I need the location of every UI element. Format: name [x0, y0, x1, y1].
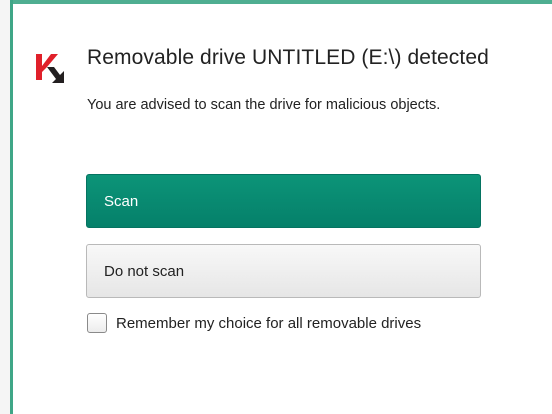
do-not-scan-button[interactable]: Do not scan [86, 244, 481, 298]
scan-button-label: Scan [104, 192, 139, 210]
removable-drive-dialog: Removable drive UNTITLED (E:\) detected … [0, 0, 552, 414]
window-top-border [0, 0, 552, 4]
dialog-title: Removable drive UNTITLED (E:\) detected [87, 46, 489, 69]
remember-choice-label: Remember my choice for all removable dri… [116, 314, 422, 332]
scan-button[interactable]: Scan [86, 174, 481, 228]
remember-choice-checkbox[interactable] [87, 313, 107, 333]
kaspersky-logo-icon [36, 54, 64, 83]
window-left-border [10, 0, 13, 414]
do-not-scan-button-label: Do not scan [104, 262, 185, 280]
dialog-message: You are advised to scan the drive for ma… [87, 97, 441, 113]
remember-choice-option[interactable]: Remember my choice for all removable dri… [87, 313, 421, 333]
